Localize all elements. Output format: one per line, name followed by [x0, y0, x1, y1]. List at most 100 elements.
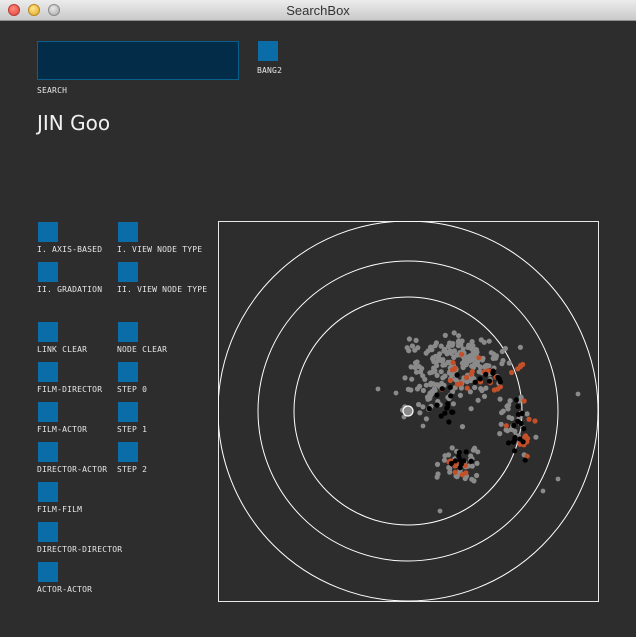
graph-node[interactable]: [468, 458, 474, 464]
graph-node[interactable]: [459, 424, 466, 430]
graph-node[interactable]: [420, 423, 426, 429]
graph-node[interactable]: [525, 435, 531, 442]
graph-node[interactable]: [412, 365, 418, 371]
graph-node[interactable]: [486, 338, 492, 344]
graph-node[interactable]: [441, 348, 447, 354]
graph-node[interactable]: [506, 360, 512, 366]
graph-node[interactable]: [442, 332, 448, 338]
graph-node[interactable]: [463, 449, 469, 455]
graph-node[interactable]: [524, 411, 530, 417]
graph-node[interactable]: [533, 434, 539, 440]
graph-node[interactable]: [488, 350, 494, 356]
graph-node[interactable]: [521, 398, 527, 404]
graph-node[interactable]: [512, 434, 518, 441]
graph-node[interactable]: [515, 418, 521, 424]
graph-node[interactable]: [497, 431, 503, 437]
graph-node[interactable]: [477, 376, 483, 382]
graph-node[interactable]: [474, 460, 480, 466]
graph-node[interactable]: [483, 371, 489, 377]
graph-node[interactable]: [447, 469, 453, 475]
graph-node[interactable]: [532, 418, 538, 424]
graph-node[interactable]: [511, 422, 517, 429]
graph-node[interactable]: [476, 369, 482, 375]
graph-node[interactable]: [406, 348, 412, 354]
graph-node[interactable]: [555, 476, 561, 482]
graph-node[interactable]: [495, 374, 501, 380]
graph-node[interactable]: [426, 406, 432, 412]
graph-node[interactable]: [416, 401, 422, 408]
graph-node[interactable]: [500, 358, 506, 364]
graph-node[interactable]: [497, 396, 503, 402]
graph-node[interactable]: [448, 460, 454, 467]
graph-node[interactable]: [465, 344, 471, 350]
graph-node[interactable]: [540, 488, 546, 494]
graph-node[interactable]: [431, 366, 437, 372]
graph-node[interactable]: [575, 391, 581, 397]
film-director-button[interactable]: [38, 362, 58, 382]
step-2-button[interactable]: [118, 442, 138, 462]
graph-node[interactable]: [413, 337, 419, 343]
graph-node[interactable]: [463, 470, 469, 476]
graph-node[interactable]: [469, 476, 475, 482]
graph-node[interactable]: [415, 345, 421, 351]
view-node-type-2-button[interactable]: [118, 262, 138, 282]
graph-node[interactable]: [447, 384, 453, 390]
graph-node[interactable]: [408, 387, 414, 393]
graph-node[interactable]: [472, 379, 478, 385]
graph-node[interactable]: [452, 365, 458, 371]
graph-node[interactable]: [414, 386, 421, 392]
graph-node[interactable]: [504, 428, 511, 434]
graph-node[interactable]: [438, 343, 444, 349]
graph-node[interactable]: [497, 379, 503, 385]
graph-node[interactable]: [434, 402, 440, 408]
graph-node[interactable]: [507, 398, 513, 404]
graph-node[interactable]: [506, 440, 512, 446]
graph-node[interactable]: [468, 453, 474, 459]
graph-node[interactable]: [435, 471, 441, 477]
graph-node[interactable]: [445, 343, 452, 349]
graph-node[interactable]: [517, 364, 523, 370]
graph-node[interactable]: [452, 469, 458, 475]
graph-node[interactable]: [503, 423, 509, 429]
graph-node[interactable]: [448, 393, 454, 399]
graph-node[interactable]: [450, 401, 456, 407]
graph-node[interactable]: [427, 395, 433, 401]
graph-node[interactable]: [452, 377, 459, 383]
graph-node[interactable]: [442, 410, 448, 416]
graph-node[interactable]: [502, 345, 508, 352]
graph-node[interactable]: [417, 410, 423, 416]
graph-node[interactable]: [509, 415, 515, 421]
search-input[interactable]: [37, 41, 239, 80]
graph-node[interactable]: [456, 453, 462, 460]
graph-node[interactable]: [458, 342, 464, 348]
graph-node[interactable]: [519, 410, 525, 416]
node-clear-button[interactable]: [118, 322, 138, 342]
title-bar[interactable]: SearchBox: [0, 0, 636, 21]
graph-node[interactable]: [491, 387, 497, 393]
graph-node[interactable]: [423, 382, 429, 388]
graph-node[interactable]: [434, 461, 441, 467]
graph-node[interactable]: [469, 463, 475, 469]
graph-node[interactable]: [454, 372, 460, 378]
graph-node[interactable]: [483, 385, 489, 391]
graph-node[interactable]: [450, 360, 456, 366]
graph-node[interactable]: [454, 381, 460, 388]
graph-node[interactable]: [522, 457, 528, 463]
graph-node[interactable]: [512, 428, 518, 434]
graph-node[interactable]: [409, 343, 415, 349]
axis-based-button[interactable]: [38, 222, 58, 242]
graph-node[interactable]: [461, 458, 467, 464]
graph-node[interactable]: [456, 333, 462, 339]
graph-node[interactable]: [464, 385, 470, 391]
step-1-button[interactable]: [118, 402, 138, 422]
director-director-button[interactable]: [38, 522, 58, 542]
graph-node[interactable]: [526, 416, 532, 422]
graph-node[interactable]: [434, 392, 440, 398]
graph-node[interactable]: [513, 397, 519, 403]
graph-node[interactable]: [450, 409, 456, 415]
graph-node[interactable]: [499, 410, 505, 416]
actor-actor-button[interactable]: [38, 562, 58, 582]
graph-node[interactable]: [497, 384, 503, 390]
graph-node[interactable]: [442, 373, 448, 379]
graph-node[interactable]: [431, 386, 437, 392]
